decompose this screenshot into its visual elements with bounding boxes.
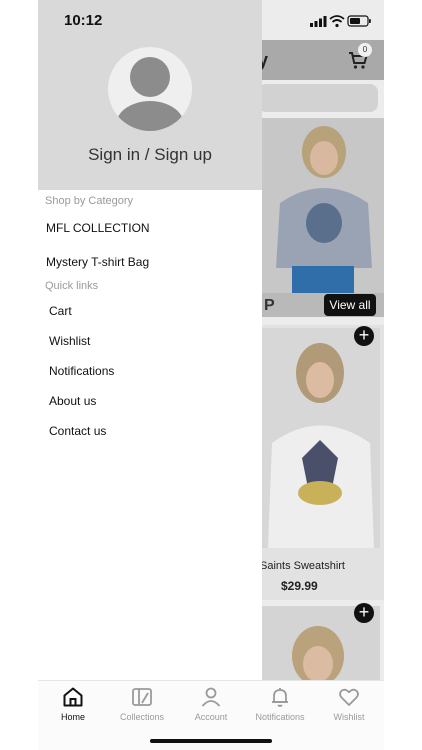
add-to-cart-button[interactable]: + xyxy=(354,603,374,623)
home-icon xyxy=(63,687,83,707)
account-icon xyxy=(201,687,221,707)
heart-icon xyxy=(339,688,359,706)
section-title: P xyxy=(264,297,275,314)
default-avatar-icon xyxy=(116,57,184,131)
product-price: $29.99 xyxy=(281,579,318,593)
product-name: Saints Sweatshirt xyxy=(260,560,345,572)
collections-icon xyxy=(132,688,152,706)
quick-links-label: Quick links xyxy=(45,280,99,292)
nav-notifications[interactable]: Notifications xyxy=(245,685,315,722)
nav-home[interactable]: Home xyxy=(38,685,108,722)
quick-link-wishlist[interactable]: Wishlist xyxy=(49,334,90,348)
phone-screen: y 0 P View all + Saints Sweatshirt $29.9… xyxy=(38,0,384,750)
wifi-icon xyxy=(329,15,345,28)
cart-badge: 0 xyxy=(358,43,372,57)
search-bar[interactable] xyxy=(258,84,378,112)
status-time: 10:12 xyxy=(64,12,103,29)
sign-in-link[interactable]: Sign in / Sign up xyxy=(38,145,262,165)
status-icons xyxy=(310,15,371,28)
navigation-drawer: Sign in / Sign up Shop by Category MFL C… xyxy=(38,0,262,680)
nav-label: Wishlist xyxy=(333,712,365,722)
status-bar: 10:12 xyxy=(38,0,384,40)
category-item[interactable]: Mystery T-shirt Bag xyxy=(46,255,149,269)
view-all-button[interactable]: View all xyxy=(324,294,376,316)
product-image[interactable] xyxy=(262,328,380,548)
battery-icon xyxy=(347,15,371,27)
hero-banner-image[interactable] xyxy=(262,118,384,293)
nav-label: Home xyxy=(60,712,85,722)
nav-label: Notifications xyxy=(255,712,305,722)
bell-icon xyxy=(272,688,288,707)
quick-link-cart[interactable]: Cart xyxy=(49,304,72,318)
quick-link-about-us[interactable]: About us xyxy=(49,394,96,408)
avatar[interactable] xyxy=(108,47,192,131)
quick-link-notifications[interactable]: Notifications xyxy=(49,364,114,378)
nav-collections[interactable]: Collections xyxy=(107,685,177,722)
quick-link-contact-us[interactable]: Contact us xyxy=(49,424,106,438)
cellular-signal-icon xyxy=(310,16,327,27)
nav-label: Collections xyxy=(119,712,165,722)
home-indicator xyxy=(150,739,272,743)
add-to-cart-button[interactable]: + xyxy=(354,326,374,346)
category-item[interactable]: MFL COLLECTION xyxy=(46,221,150,235)
nav-wishlist[interactable]: Wishlist xyxy=(314,685,384,722)
shop-by-category-label: Shop by Category xyxy=(45,195,134,207)
nav-account[interactable]: Account xyxy=(176,685,246,722)
nav-label: Account xyxy=(194,712,228,722)
